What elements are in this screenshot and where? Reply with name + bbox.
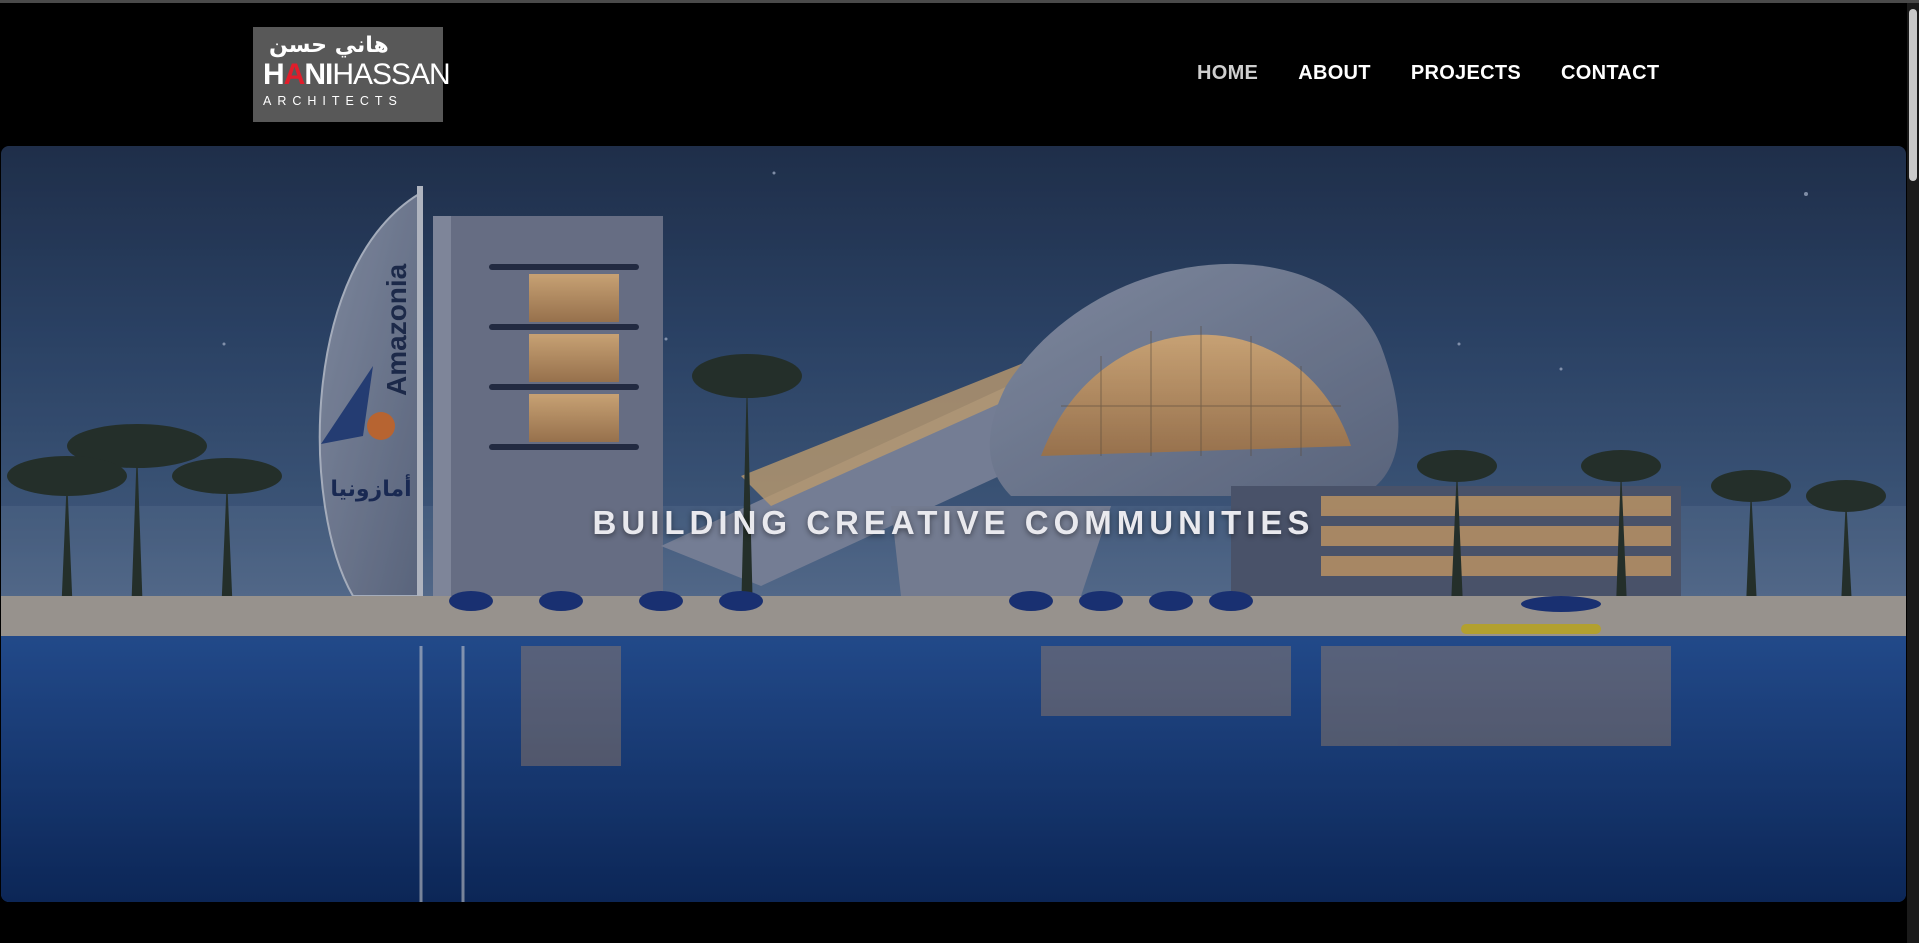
logo-name-first: HANI [263, 58, 333, 91]
page-scrollbar[interactable] [1907, 3, 1919, 943]
logo-arabic-name: هاني حسن [269, 33, 389, 58]
logo-tagline: ARCHITECTS [263, 94, 403, 108]
top-border [0, 0, 1919, 3]
nav-projects[interactable]: PROJECTS [1411, 62, 1521, 85]
nav-home[interactable]: HOME [1197, 62, 1258, 85]
nav-contact[interactable]: CONTACT [1561, 62, 1659, 85]
scrollbar-thumb[interactable] [1909, 9, 1917, 181]
page: هاني حسن HANIHASSAN ARCHITECTS HOME ABOU… [0, 0, 1919, 943]
hero-banner: Amazonia أمازونيا BUILDING CREATIVE COMM… [1, 146, 1906, 902]
logo-wordmark: HANIHASSAN [263, 58, 451, 91]
main-nav: HOME ABOUT PROJECTS CONTACT [1197, 62, 1699, 85]
nav-about[interactable]: ABOUT [1298, 62, 1371, 85]
logo[interactable]: هاني حسن HANIHASSAN ARCHITECTS [253, 27, 451, 122]
hero-title: BUILDING CREATIVE COMMUNITIES [592, 504, 1315, 541]
logo-name-last: HASSAN [332, 58, 450, 91]
